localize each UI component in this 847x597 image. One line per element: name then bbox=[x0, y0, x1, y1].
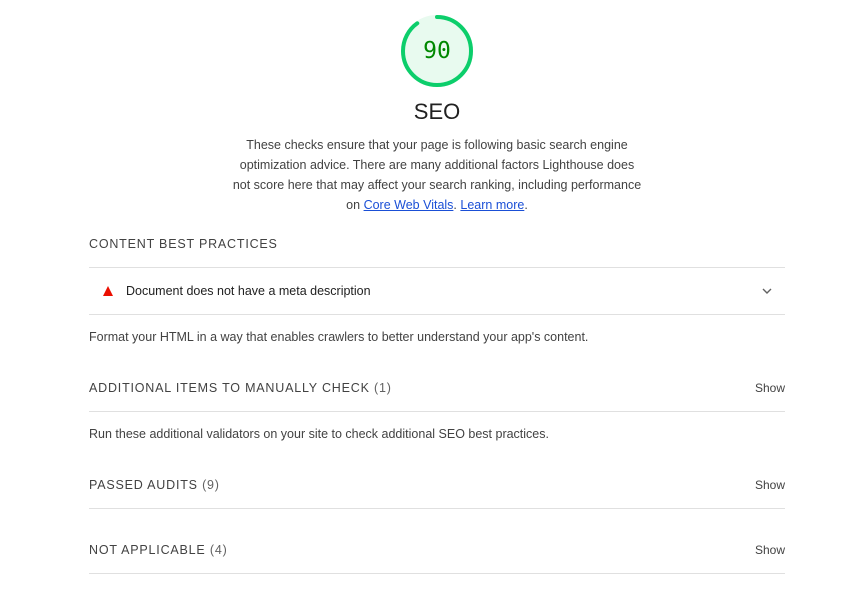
learn-more-link[interactable]: Learn more bbox=[460, 198, 524, 212]
divider bbox=[89, 573, 785, 574]
show-toggle-button[interactable]: Show bbox=[755, 478, 785, 492]
group-title: ADDITIONAL ITEMS TO MANUALLY CHECK bbox=[89, 381, 370, 395]
core-web-vitals-link[interactable]: Core Web Vitals bbox=[364, 198, 454, 212]
separator-period: . bbox=[453, 198, 457, 212]
divider bbox=[89, 508, 785, 509]
audit-title: Document does not have a meta descriptio… bbox=[126, 284, 371, 298]
group-title: PASSED AUDITS bbox=[89, 478, 198, 492]
group-header: PASSED AUDITS (9) Show bbox=[89, 478, 785, 492]
fail-triangle-icon bbox=[103, 286, 113, 296]
group-header: ADDITIONAL ITEMS TO MANUALLY CHECK (1) S… bbox=[89, 381, 785, 395]
group-title-wrap: ADDITIONAL ITEMS TO MANUALLY CHECK (1) bbox=[89, 381, 392, 395]
end-period: . bbox=[524, 198, 528, 212]
group-title-wrap: NOT APPLICABLE (4) bbox=[89, 543, 228, 557]
group-description: Format your HTML in a way that enables c… bbox=[89, 330, 589, 344]
group-not-applicable: NOT APPLICABLE (4) Show bbox=[89, 543, 785, 557]
group-manual-checks: ADDITIONAL ITEMS TO MANUALLY CHECK (1) S… bbox=[89, 381, 785, 395]
show-toggle-button[interactable]: Show bbox=[755, 381, 785, 395]
group-count: (1) bbox=[374, 381, 392, 395]
score-value: 90 bbox=[423, 38, 451, 64]
group-count: (4) bbox=[209, 543, 228, 557]
divider bbox=[89, 314, 785, 315]
group-header: CONTENT BEST PRACTICES bbox=[89, 237, 785, 251]
score-gauge: 90 bbox=[400, 14, 474, 88]
category-title: SEO bbox=[413, 99, 461, 124]
group-description: Run these additional validators on your … bbox=[89, 427, 549, 441]
show-toggle-button[interactable]: Show bbox=[755, 543, 785, 557]
category-description: These checks ensure that your page is fo… bbox=[230, 135, 644, 215]
group-content-best-practices: CONTENT BEST PRACTICES bbox=[89, 237, 785, 251]
group-count: (9) bbox=[202, 478, 220, 492]
group-title: CONTENT BEST PRACTICES bbox=[89, 237, 278, 251]
group-title-wrap: PASSED AUDITS (9) bbox=[89, 478, 220, 492]
audit-meta-description[interactable]: Document does not have a meta descriptio… bbox=[89, 268, 785, 314]
group-passed-audits: PASSED AUDITS (9) Show bbox=[89, 478, 785, 492]
chevron-down-icon[interactable] bbox=[761, 287, 773, 295]
divider bbox=[89, 411, 785, 412]
group-title: NOT APPLICABLE bbox=[89, 543, 206, 557]
group-header: NOT APPLICABLE (4) Show bbox=[89, 543, 785, 557]
